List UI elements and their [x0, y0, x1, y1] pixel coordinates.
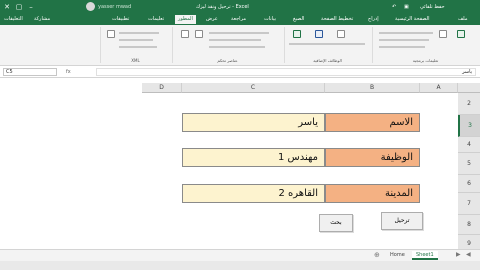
save-icon[interactable]: ▣ — [404, 4, 409, 10]
row-header-5[interactable]: 5 — [458, 153, 480, 175]
formula-bar: C5 fx ياسر — [0, 66, 480, 78]
tab-data[interactable]: بيانات — [264, 16, 276, 22]
row-header-8[interactable]: 8 — [458, 215, 480, 235]
row-headers: 2 3 4 5 6 7 8 9 — [458, 93, 480, 253]
row-header-4[interactable]: 4 — [458, 137, 480, 153]
ribbon-group-addins: الوظائف الإضافية — [284, 27, 370, 63]
name-box[interactable]: C5 — [3, 68, 57, 76]
excel-addins-icon[interactable] — [315, 30, 323, 38]
city-label-cell[interactable]: المدينة — [325, 184, 420, 203]
column-header-d[interactable]: D — [142, 83, 182, 93]
ribbon-group-xml: XML — [100, 27, 170, 63]
properties-icon[interactable] — [195, 30, 203, 38]
tab-home[interactable]: الصفحة الرئيسية — [395, 16, 430, 22]
status-bar — [0, 261, 480, 270]
city-value-cell[interactable]: القاهره 2 — [182, 184, 325, 203]
ribbon: XML عناصر تحكم الوظائف الإضافية تعليمات … — [0, 25, 480, 66]
addins-icon[interactable] — [293, 30, 301, 38]
tab-page-layout[interactable]: تخطيط الصفحة — [321, 16, 353, 22]
design-mode-icon[interactable] — [181, 30, 189, 38]
tab-review[interactable]: مراجعة — [231, 16, 246, 22]
close-icon[interactable]: ✕ — [2, 2, 12, 12]
com-addins-icon[interactable] — [337, 30, 345, 38]
job-label-cell[interactable]: الوظيفة — [325, 148, 420, 167]
sheet-tab-home[interactable]: Home — [386, 251, 409, 260]
tab-help[interactable]: تعليمات — [148, 16, 164, 22]
sheet-nav-left-icon[interactable]: ◀ — [466, 251, 471, 258]
user-name: yasser mwad — [98, 4, 132, 10]
ribbon-group-code: تعليمات برمجية — [372, 27, 478, 63]
macros-icon[interactable] — [439, 30, 447, 38]
column-header-b[interactable]: B — [325, 83, 420, 93]
group-label-controls: عناصر تحكم — [217, 58, 238, 63]
group-label-xml: XML — [131, 58, 140, 63]
maximize-icon[interactable]: ▢ — [14, 2, 24, 12]
sheet-tab-sheet1[interactable]: Sheet1 — [412, 251, 438, 260]
name-label-cell[interactable]: الاسم — [325, 113, 420, 132]
undo-icon[interactable]: ↶ — [392, 4, 396, 10]
tab-file[interactable]: ملف — [458, 16, 468, 22]
window-title: ترحيل ونقد ليزك - Excel — [196, 4, 249, 10]
tab-insert[interactable]: إدراج — [368, 16, 379, 22]
name-value-cell[interactable]: ياسر — [182, 113, 325, 132]
fx-icon[interactable]: fx — [66, 68, 92, 76]
tab-view[interactable]: عرض — [206, 16, 218, 22]
share-button[interactable]: مشاركة — [34, 16, 50, 22]
tab-formulas[interactable]: الصيغ — [293, 16, 304, 22]
column-header-c[interactable]: C — [182, 83, 325, 93]
sheet-nav-right-icon[interactable]: ▶ — [456, 251, 461, 258]
xml-source-icon[interactable] — [107, 30, 115, 38]
minimize-icon[interactable]: – — [26, 2, 36, 12]
autosave-label[interactable]: حفظ تلقائي — [420, 4, 445, 10]
group-label-code: تعليمات برمجية — [412, 58, 439, 63]
search-button[interactable]: بحث — [319, 214, 353, 232]
select-all-corner[interactable] — [458, 83, 480, 93]
job-value-cell[interactable]: مهندس 1 — [182, 148, 325, 167]
avatar[interactable] — [86, 2, 95, 11]
tab-apps[interactable]: تطبيقات — [112, 16, 129, 22]
add-sheet-icon[interactable]: ⊕ — [374, 251, 380, 259]
visual-basic-icon[interactable] — [457, 30, 465, 38]
ribbon-tabs: التعليقات مشاركة تطبيقات تعليمات المطور … — [0, 14, 480, 25]
formula-input[interactable]: ياسر — [96, 68, 476, 76]
row-header-6[interactable]: 6 — [458, 175, 480, 193]
column-headers: D C B A — [142, 83, 458, 93]
row-header-3[interactable]: 3 — [458, 115, 480, 137]
sheet-tabs-bar: ◀ ▶ Sheet1 Home ⊕ — [0, 249, 480, 261]
ribbon-group-controls: عناصر تحكم — [172, 27, 282, 63]
post-button[interactable]: ترحيل — [381, 212, 423, 230]
comments-button[interactable]: التعليقات — [4, 16, 23, 22]
title-bar: ✕ ▢ – yasser mwad ترحيل ونقد ليزك - Exce… — [0, 0, 480, 14]
row-header-2[interactable]: 2 — [458, 93, 480, 115]
column-header-a[interactable]: A — [420, 83, 458, 93]
worksheet-grid[interactable]: D C B A 2 3 4 5 6 7 8 9 ياسر الاسم مهندس… — [0, 79, 480, 253]
row-header-7[interactable]: 7 — [458, 193, 480, 215]
group-label-addins: الوظائف الإضافية — [313, 58, 342, 63]
tab-developer[interactable]: المطور — [175, 15, 196, 24]
